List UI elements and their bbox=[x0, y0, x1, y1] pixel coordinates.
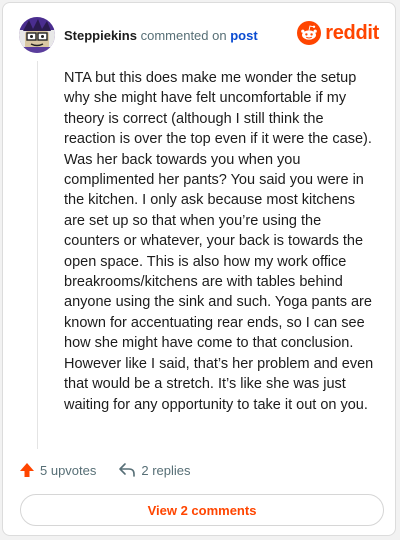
reddit-snoo-icon bbox=[297, 21, 322, 45]
thread-line bbox=[37, 61, 38, 449]
avatar-image bbox=[19, 17, 55, 53]
comment-card: Steppiekins commented on post reddit NTA… bbox=[2, 2, 396, 536]
comment-header: Steppiekins commented on post reddit bbox=[19, 17, 381, 57]
avatar[interactable] bbox=[19, 17, 55, 53]
comment-actions: 5 upvotes 2 replies bbox=[19, 459, 379, 481]
reply-count: 2 replies bbox=[141, 462, 191, 478]
upvote-button[interactable]: 5 upvotes bbox=[19, 462, 96, 478]
upvote-arrow-icon bbox=[20, 463, 34, 477]
username[interactable]: Steppiekins bbox=[64, 28, 137, 43]
reddit-wordmark: reddit bbox=[325, 21, 379, 44]
reddit-logo[interactable]: reddit bbox=[297, 21, 379, 45]
reply-arrow-icon bbox=[119, 463, 136, 477]
post-link[interactable]: post bbox=[230, 28, 257, 43]
comment-body: NTA but this does make me wonder the set… bbox=[64, 70, 374, 413]
action-text: commented on bbox=[140, 28, 227, 43]
upvote-count: 5 upvotes bbox=[40, 462, 97, 478]
view-comments-button[interactable]: View 2 comments bbox=[20, 494, 384, 526]
replies-button[interactable]: 2 replies bbox=[118, 462, 191, 478]
comment-meta: Steppiekins commented on post bbox=[64, 28, 258, 43]
